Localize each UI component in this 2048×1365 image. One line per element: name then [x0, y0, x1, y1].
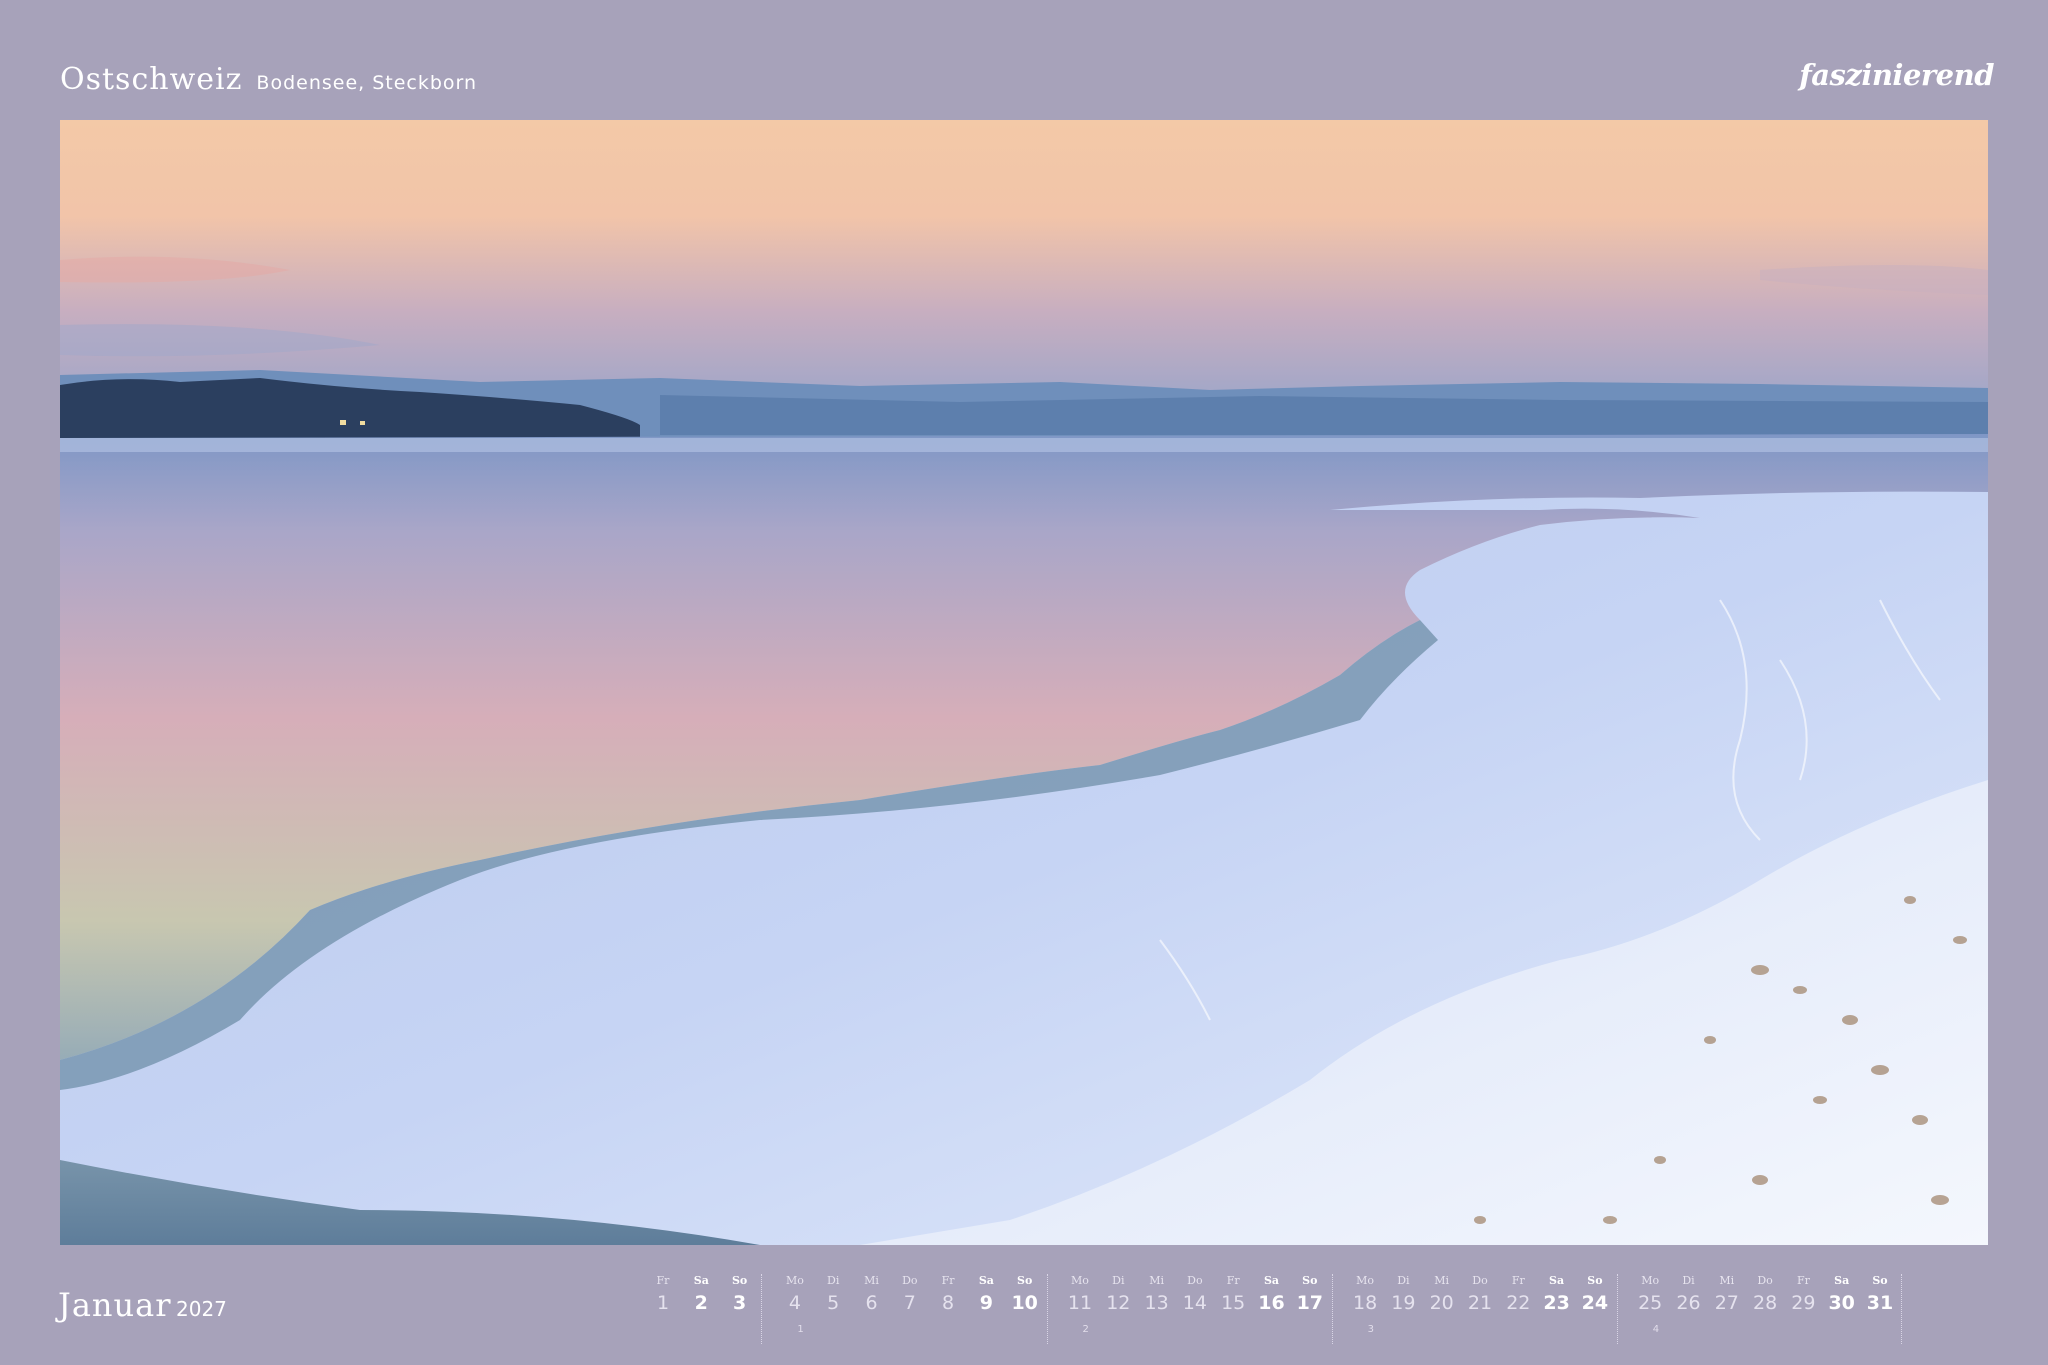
- weekday-label: Fr: [941, 1274, 955, 1287]
- landscape-photo: [60, 120, 1988, 1245]
- weekday-label: Fr: [656, 1274, 670, 1287]
- week-number: 4: [1652, 1324, 1660, 1335]
- day-number: 20: [1429, 1292, 1454, 1314]
- day-number: 25: [1638, 1292, 1663, 1314]
- day-number: 26: [1676, 1292, 1701, 1314]
- weekday-label: Sa: [978, 1274, 994, 1287]
- day-number: 7: [903, 1292, 916, 1314]
- weekday-label: Di: [1397, 1274, 1410, 1287]
- day-number: 3: [732, 1292, 747, 1314]
- week-number: 1: [797, 1324, 804, 1335]
- weekday-label: Mi: [1149, 1274, 1164, 1287]
- weekday-label: So: [1017, 1274, 1033, 1287]
- day-number: 29: [1791, 1292, 1816, 1314]
- day-number: 2: [694, 1292, 708, 1314]
- day-number: 31: [1866, 1292, 1894, 1314]
- day-number: 8: [942, 1292, 955, 1314]
- page-header: Ostschweiz Bodensee, Steckborn: [60, 62, 477, 108]
- weekday-label: Do: [1187, 1274, 1203, 1287]
- weekday-label: Do: [1757, 1274, 1773, 1287]
- weekday-label: Di: [1682, 1274, 1695, 1287]
- weekday-label: Do: [902, 1274, 918, 1287]
- weekday-label: Mo: [1641, 1274, 1660, 1287]
- day-number: 17: [1296, 1292, 1324, 1314]
- weekday-label: Sa: [693, 1274, 709, 1287]
- weekday-label: Fr: [1226, 1274, 1240, 1287]
- day-number: 10: [1011, 1292, 1038, 1314]
- day-number: 14: [1182, 1292, 1207, 1314]
- calendar-footer: Januar 2027 Fr 1 Sa 2 So 3 Mo 4 Di 5 Mi 6 Do 7 Fr 8 Sa 9 S…: [0, 1268, 2048, 1365]
- weekday-label: Mo: [1356, 1274, 1375, 1287]
- weekday-label: Sa: [1834, 1274, 1850, 1287]
- weekday-label: Mo: [785, 1274, 804, 1287]
- day-number: 19: [1391, 1292, 1416, 1314]
- weekday-label: Sa: [1549, 1274, 1565, 1287]
- week-separator: [1616, 1274, 1618, 1344]
- day-number: 16: [1258, 1292, 1285, 1314]
- week-number: 2: [1082, 1324, 1089, 1335]
- week-separator: [1046, 1274, 1048, 1344]
- day-number: 6: [865, 1292, 878, 1314]
- weekday-label: Sa: [1263, 1274, 1280, 1287]
- weekday-label: Do: [1472, 1274, 1488, 1287]
- day-number: 5: [827, 1292, 840, 1314]
- week-separator: [761, 1274, 763, 1344]
- weekday-label: Mi: [864, 1274, 879, 1287]
- day-number: 21: [1467, 1292, 1493, 1314]
- weekday-label: Mo: [1071, 1274, 1089, 1287]
- location-subtitle: Bodensee, Steckborn: [256, 72, 478, 94]
- week-number: 3: [1367, 1324, 1374, 1335]
- day-number: 23: [1543, 1292, 1570, 1314]
- weekday-label: So: [1872, 1274, 1888, 1287]
- brand-logo: faszinierend: [1799, 58, 1994, 92]
- day-number: 9: [979, 1292, 993, 1314]
- weekday-label: Di: [1112, 1274, 1125, 1287]
- day-number: 22: [1506, 1292, 1531, 1314]
- weekday-label: Fr: [1511, 1274, 1525, 1287]
- weekday-label: So: [1302, 1274, 1318, 1287]
- day-number: 24: [1581, 1292, 1609, 1314]
- weekday-label: Mi: [1719, 1274, 1735, 1287]
- day-number: 13: [1144, 1292, 1169, 1314]
- week-separator: [1331, 1274, 1333, 1344]
- day-number: 27: [1714, 1292, 1739, 1314]
- day-number: 15: [1221, 1292, 1246, 1314]
- day-number: 11: [1067, 1292, 1093, 1314]
- week-separator: [1901, 1274, 1903, 1344]
- weekday-label: Fr: [1796, 1274, 1810, 1287]
- weekday-label: So: [1587, 1274, 1603, 1287]
- day-number: 12: [1106, 1292, 1131, 1314]
- weekday-label: Mi: [1434, 1274, 1450, 1287]
- day-number: 18: [1353, 1292, 1378, 1314]
- region-title: Ostschweiz: [60, 62, 243, 97]
- day-number: 4: [788, 1292, 801, 1314]
- day-number: 1: [656, 1292, 670, 1314]
- day-number: 28: [1753, 1292, 1778, 1314]
- calendar-grid: Fr 1 Sa 2 So 3 Mo 4 Di 5 Mi 6 Do 7 Fr 8 Sa 9 So 10 Mo 11 Di 12 M…: [0, 1268, 2048, 1365]
- weekday-label: Di: [827, 1274, 840, 1287]
- weekday-label: So: [731, 1274, 748, 1287]
- day-number: 30: [1828, 1292, 1855, 1314]
